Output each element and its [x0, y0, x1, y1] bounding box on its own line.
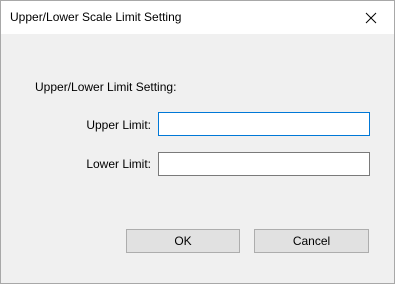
title-bar: Upper/Lower Scale Limit Setting [1, 1, 394, 34]
upper-limit-input[interactable] [158, 112, 370, 136]
limit-setting-heading: Upper/Lower Limit Setting: [35, 80, 177, 94]
lower-limit-label: Lower Limit: [86, 157, 151, 171]
upper-limit-label: Upper Limit: [86, 118, 151, 132]
close-icon [365, 12, 377, 23]
dialog-title: Upper/Lower Scale Limit Setting [10, 10, 182, 24]
limit-setting-dialog: Upper/Lower Scale Limit Setting Upper/Lo… [0, 0, 395, 284]
ok-button[interactable]: OK [126, 229, 240, 253]
lower-limit-input[interactable] [158, 152, 370, 176]
cancel-button[interactable]: Cancel [254, 229, 369, 253]
close-button[interactable] [348, 1, 394, 34]
